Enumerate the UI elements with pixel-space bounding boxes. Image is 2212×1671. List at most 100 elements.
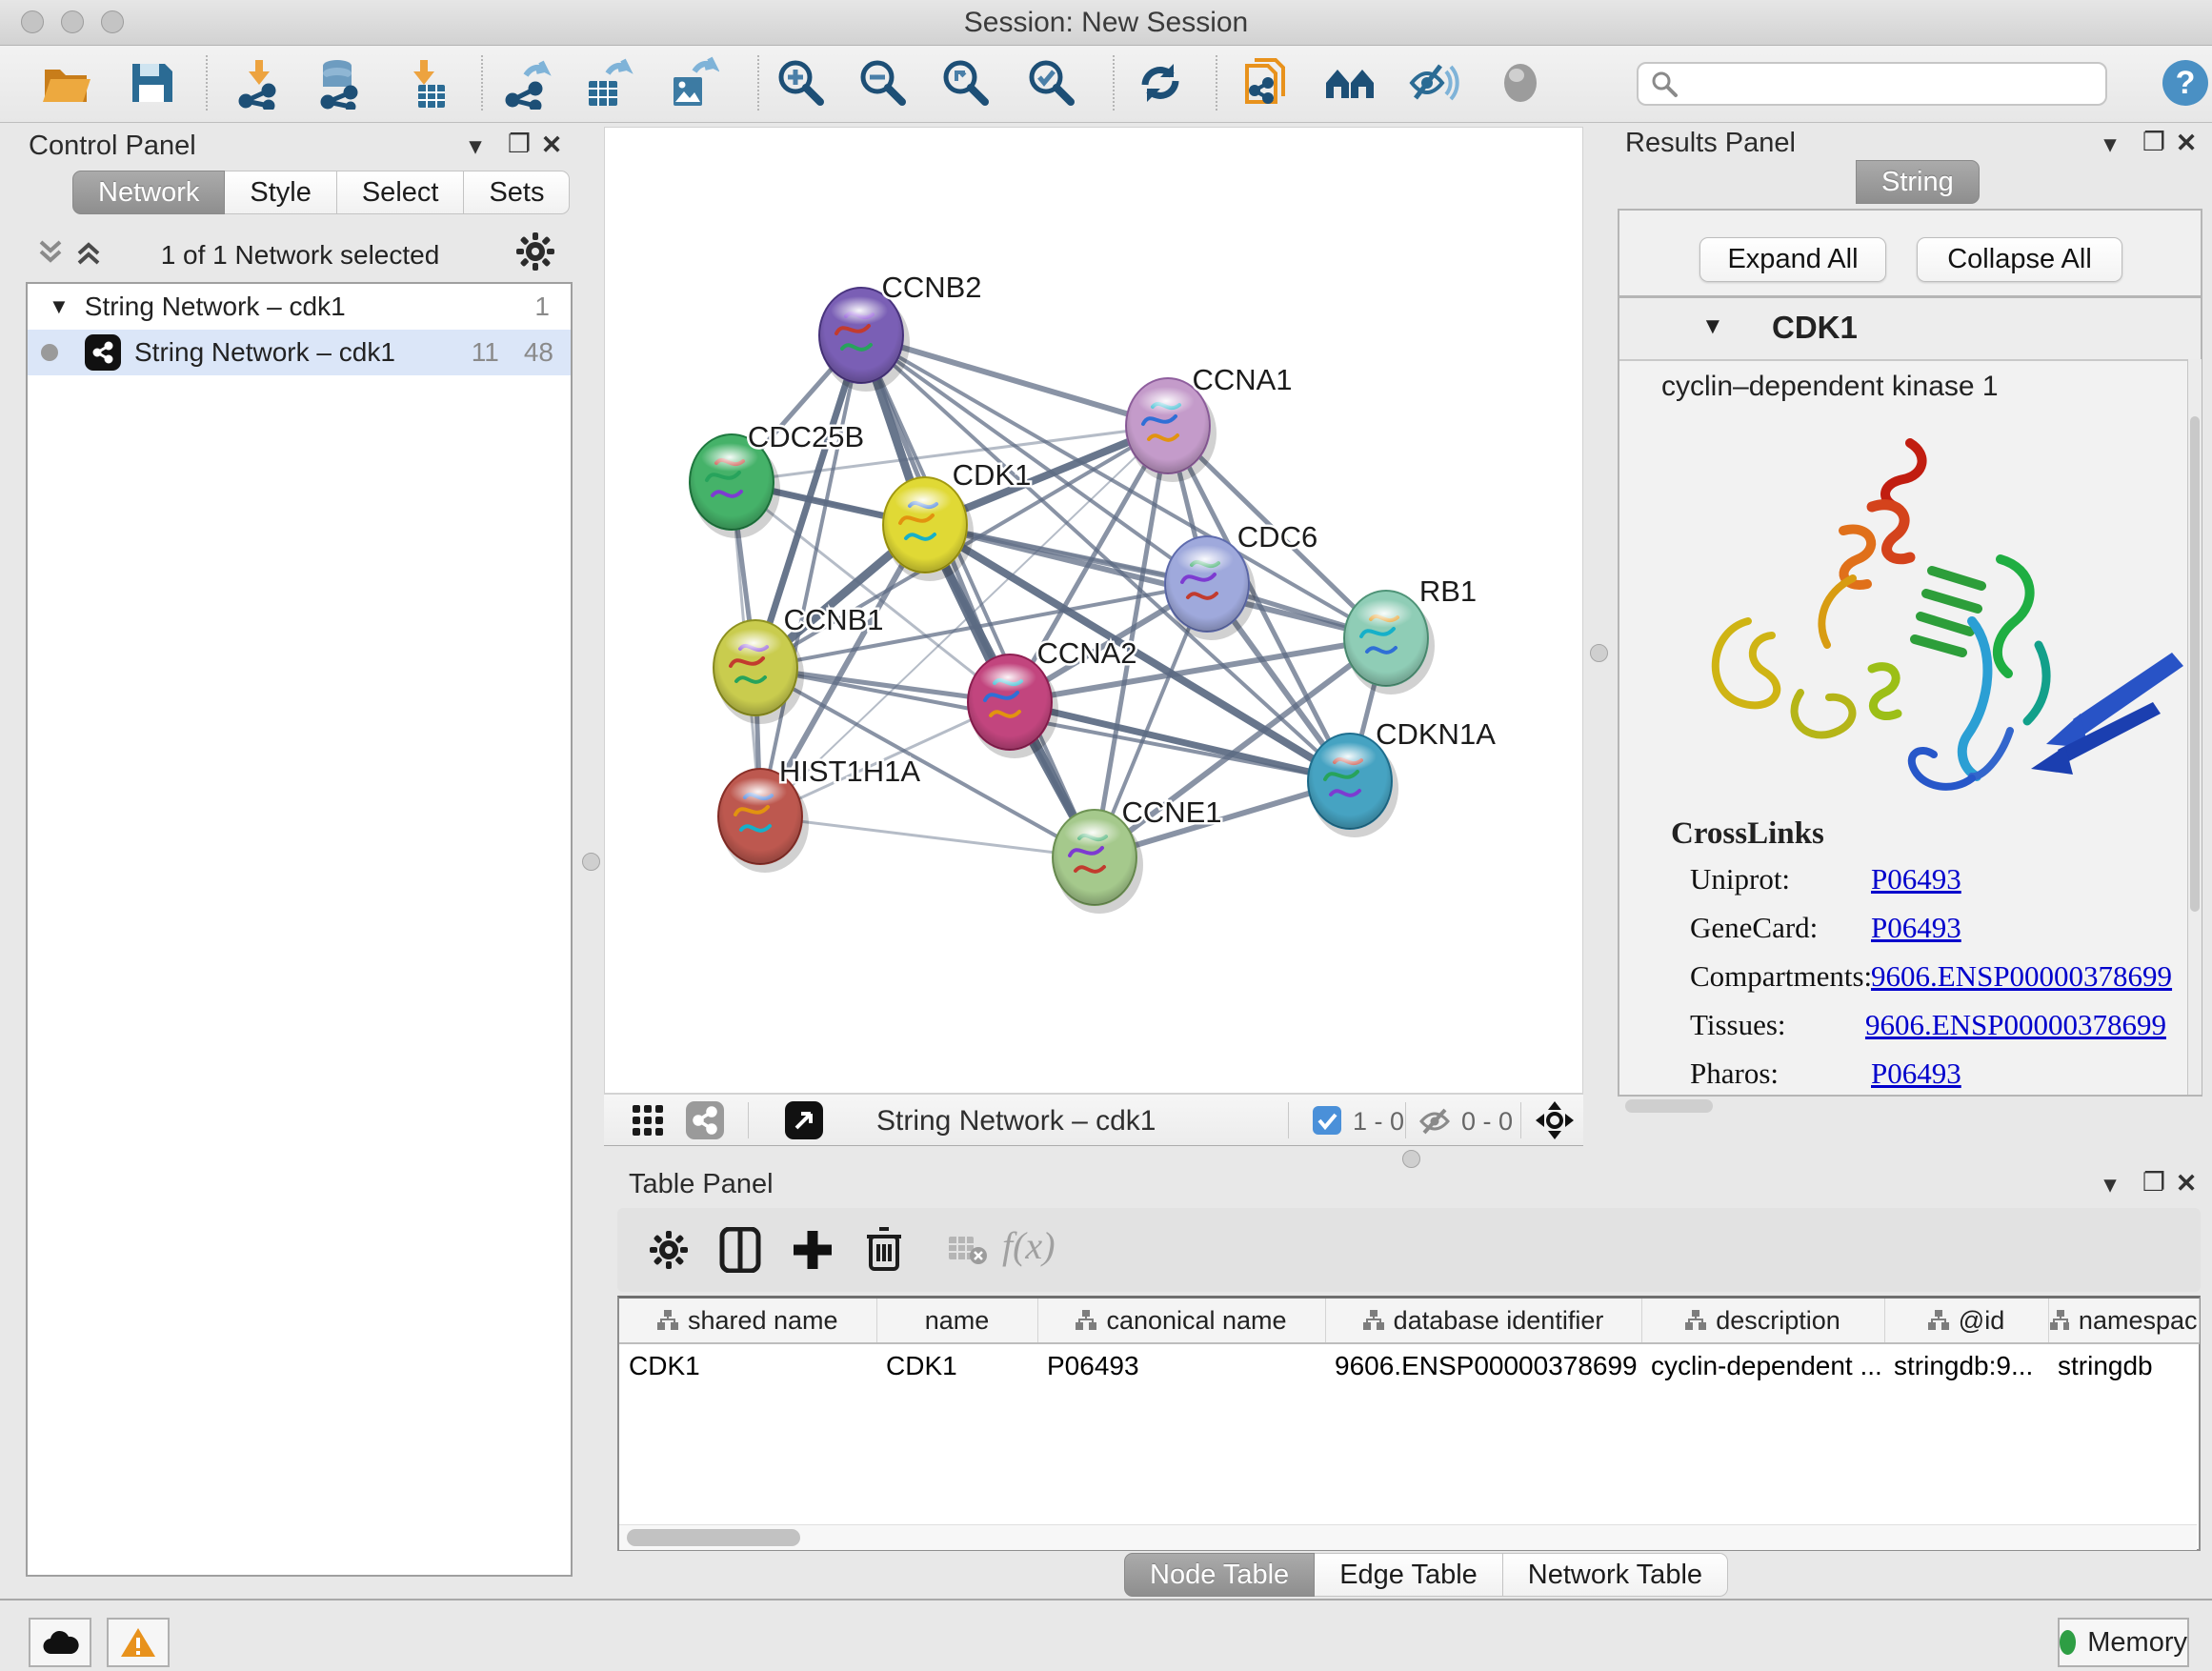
tab-select[interactable]: Select: [337, 171, 465, 214]
results-panel-menu-icon[interactable]: ▾: [2094, 130, 2126, 159]
crosslink-link[interactable]: P06493: [1871, 862, 1961, 896]
status-bar: Memory: [0, 1599, 2212, 1671]
zoom-out-icon[interactable]: [855, 55, 911, 111]
network-row[interactable]: String Network – cdk1 11 48: [28, 330, 571, 375]
selected-checkbox-icon[interactable]: [1313, 1106, 1341, 1139]
collapse-all-button[interactable]: Collapse All: [1917, 237, 2122, 282]
table-panel-float-icon[interactable]: ❐: [2138, 1168, 2170, 1198]
zoom-in-icon[interactable]: [774, 55, 829, 111]
zoom-selected-icon[interactable]: [1024, 55, 1079, 111]
table-panel-menu-icon[interactable]: ▾: [2094, 1170, 2126, 1199]
cell-name[interactable]: CDK1: [876, 1343, 1037, 1388]
network-edge[interactable]: [760, 816, 1095, 857]
crosslink-link[interactable]: P06493: [1871, 1057, 1961, 1091]
tab-style[interactable]: Style: [225, 171, 336, 214]
column-header[interactable]: namespac: [2048, 1299, 2199, 1343]
zoom-fit-icon[interactable]: [938, 55, 994, 111]
column-header[interactable]: description: [1641, 1299, 1884, 1343]
results-hscroll-thumb[interactable]: [1625, 1099, 1713, 1113]
share-file-icon[interactable]: [1240, 55, 1296, 111]
crosslink-label: Uniprot:: [1690, 862, 1871, 896]
application-window: Session: New Session: [0, 0, 2212, 1671]
network-edge[interactable]: [760, 335, 861, 816]
results-panel-float-icon[interactable]: ❐: [2138, 128, 2170, 157]
crosslink-link[interactable]: P06493: [1871, 911, 1961, 945]
network-view-canvas[interactable]: CCNB2CCNA1CDC25BCDK1CDC6RB1CCNB1CCNA2CDK…: [604, 127, 1583, 1094]
cloud-icon[interactable]: [29, 1618, 91, 1667]
table-panel-title: Table Panel: [629, 1169, 774, 1200]
birds-eye-view-icon[interactable]: [1534, 1099, 1576, 1146]
crosslink-link[interactable]: 9606.ENSP00000378699: [1871, 959, 2172, 994]
cell-description[interactable]: cyclin-dependent ...: [1641, 1343, 1884, 1388]
tab-network-table[interactable]: Network Table: [1503, 1553, 1728, 1597]
control-panel-float-icon[interactable]: ❐: [503, 130, 535, 159]
crosslink-link[interactable]: 9606.ENSP00000378699: [1865, 1008, 2166, 1042]
tab-network[interactable]: Network: [72, 171, 225, 214]
results-panel-close-icon[interactable]: ✕: [2170, 129, 2202, 158]
cell-id[interactable]: stringdb:9...: [1884, 1343, 2048, 1388]
network-status-dot-icon: [41, 344, 58, 361]
tab-edge-table[interactable]: Edge Table: [1315, 1553, 1503, 1597]
table-hscrollbar[interactable]: [619, 1524, 2197, 1550]
show-all-eye-icon[interactable]: [1493, 55, 1548, 111]
protein-card-header[interactable]: ▼ CDK1: [1619, 298, 2201, 361]
table-row[interactable]: CDK1 CDK1 P06493 9606.ENSP00000378699 cy…: [619, 1343, 2199, 1388]
create-column-plus-icon[interactable]: [791, 1227, 835, 1278]
tab-sets[interactable]: Sets: [464, 171, 570, 214]
network-options-gear-icon[interactable]: [514, 231, 556, 277]
search-field[interactable]: [1637, 62, 2107, 106]
network-share-icon[interactable]: [686, 1101, 724, 1144]
left-splitter-handle[interactable]: [582, 853, 600, 871]
cell-database-identifier[interactable]: 9606.ENSP00000378699: [1325, 1343, 1641, 1388]
results-scrollbar[interactable]: [2187, 359, 2202, 1095]
home-icon[interactable]: [1322, 55, 1377, 111]
cell-namespace[interactable]: stringdb: [2048, 1343, 2199, 1388]
collapse-all-networks-icon[interactable]: [34, 236, 67, 273]
network-collection-row[interactable]: ▼ String Network – cdk1 1: [28, 284, 571, 330]
control-panel-close-icon[interactable]: ✕: [535, 131, 568, 160]
open-session-icon[interactable]: [38, 55, 93, 111]
import-network-file-icon[interactable]: [231, 55, 287, 111]
import-table-file-icon[interactable]: [396, 55, 452, 111]
horizontal-splitter-handle[interactable]: [1402, 1150, 1420, 1168]
import-network-database-icon[interactable]: [312, 55, 367, 111]
column-header[interactable]: shared name: [619, 1299, 876, 1343]
export-network-icon[interactable]: [498, 55, 553, 111]
table-panel-close-icon[interactable]: ✕: [2170, 1169, 2202, 1198]
results-scrollbar-thumb[interactable]: [2190, 416, 2200, 912]
expand-all-networks-icon[interactable]: [72, 236, 105, 273]
export-table-icon[interactable]: [580, 55, 635, 111]
column-header[interactable]: name: [876, 1299, 1037, 1343]
save-session-icon[interactable]: [124, 55, 179, 111]
table-settings-gear-icon[interactable]: [648, 1229, 690, 1276]
open-in-new-window-icon[interactable]: [785, 1101, 823, 1144]
network-node-label: CCNA1: [1192, 363, 1292, 396]
collapse-triangle-icon[interactable]: ▼: [49, 294, 70, 319]
table-hscrollbar-thumb[interactable]: [627, 1529, 800, 1546]
control-panel-menu-icon[interactable]: ▾: [459, 131, 492, 161]
column-header[interactable]: database identifier: [1325, 1299, 1641, 1343]
delete-column-trash-icon[interactable]: [863, 1225, 905, 1278]
column-tree-icon: [1928, 1310, 1949, 1331]
export-image-icon[interactable]: [665, 55, 720, 111]
grid-view-icon[interactable]: [631, 1103, 665, 1142]
network-node-label: CCNA2: [1036, 636, 1136, 670]
selected-node-edge-count: 1 - 0: [1353, 1107, 1404, 1137]
collapse-triangle-icon[interactable]: ▼: [1701, 313, 1724, 340]
column-header[interactable]: @id: [1884, 1299, 2048, 1343]
cell-canonical-name[interactable]: P06493: [1037, 1343, 1325, 1388]
refresh-icon[interactable]: [1133, 55, 1188, 111]
cell-shared-name[interactable]: CDK1: [619, 1343, 876, 1388]
tab-string[interactable]: String: [1856, 160, 1980, 204]
right-splitter-handle[interactable]: [1590, 644, 1608, 662]
column-header[interactable]: canonical name: [1037, 1299, 1325, 1343]
help-icon[interactable]: ?: [2162, 60, 2208, 106]
show-columns-icon[interactable]: [718, 1227, 762, 1278]
network-node-label: CDK1: [953, 458, 1032, 492]
memory-button[interactable]: Memory: [2058, 1618, 2189, 1667]
expand-all-button[interactable]: Expand All: [1699, 237, 1886, 282]
warning-icon[interactable]: [107, 1618, 170, 1667]
search-icon: [1650, 70, 1679, 98]
tab-node-table[interactable]: Node Table: [1124, 1553, 1315, 1597]
hide-selected-eye-icon[interactable]: [1405, 55, 1460, 111]
